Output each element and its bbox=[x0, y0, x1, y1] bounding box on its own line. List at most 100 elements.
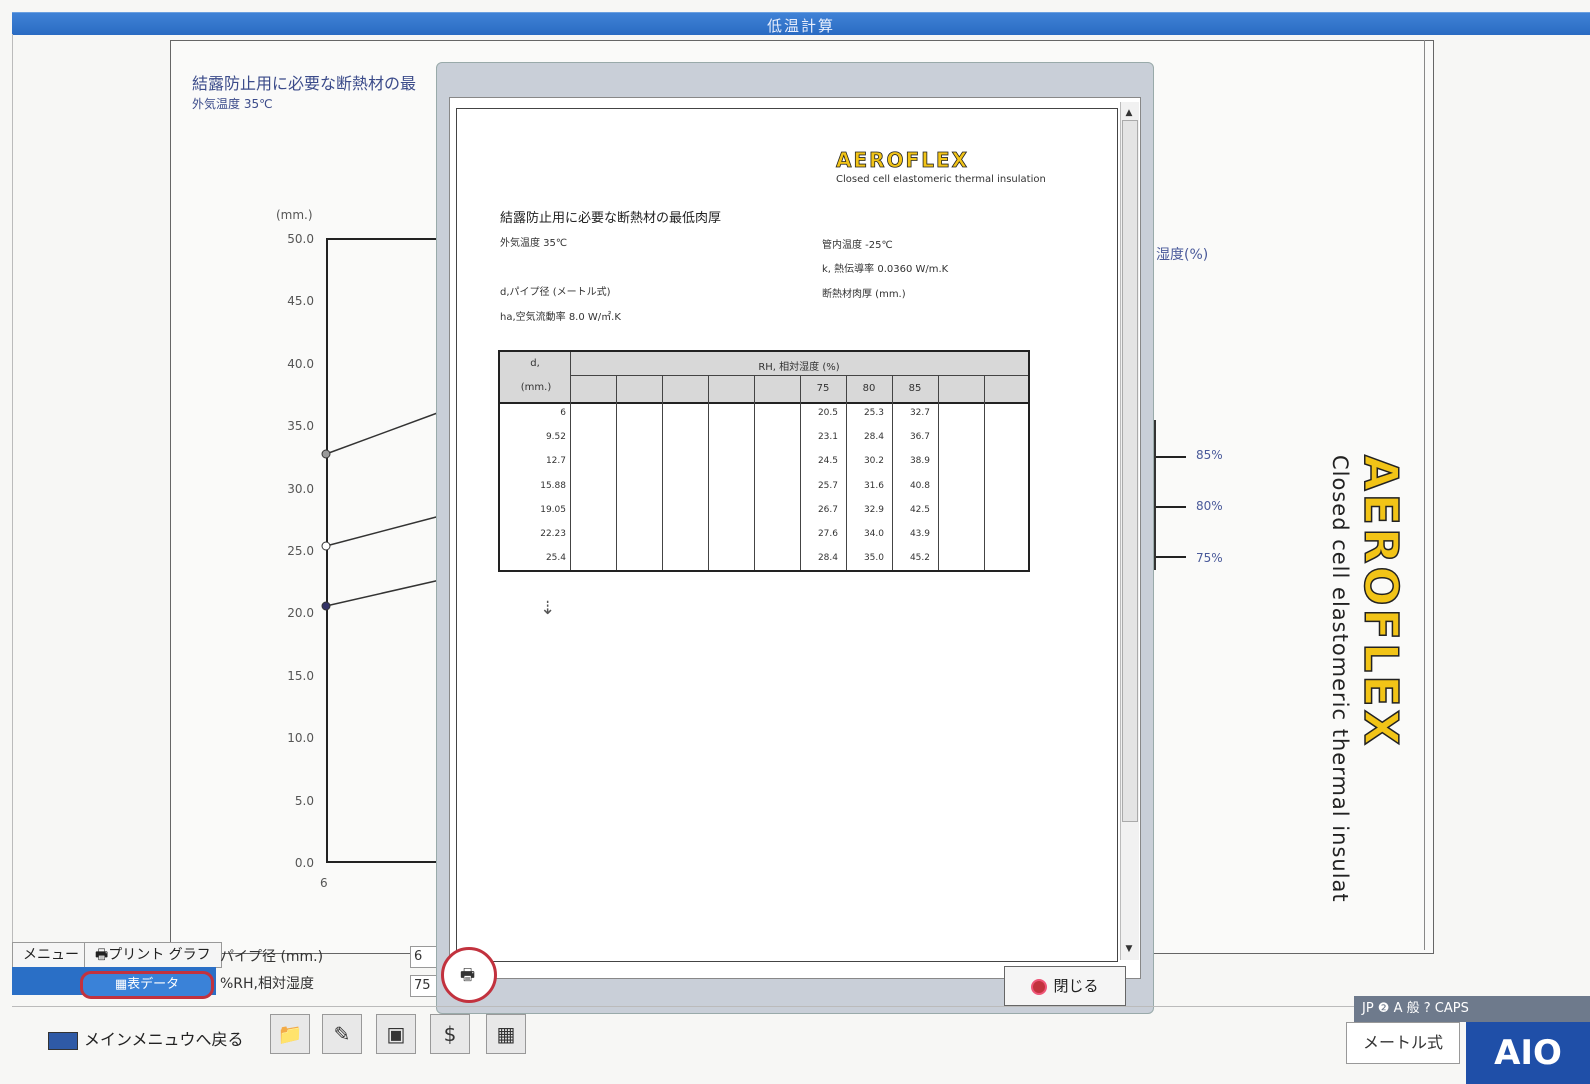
table-cell-value: 27.6 bbox=[817, 529, 838, 539]
table-cell-d: 12.7 bbox=[545, 456, 566, 467]
x-axis-start-label: 6 bbox=[320, 876, 328, 890]
aeroflex-logo: AEROFLEX bbox=[1353, 454, 1409, 749]
doc-thickness: 断熱材肉厚 (mm.) bbox=[822, 289, 906, 300]
table-cell-value: 38.9 bbox=[909, 456, 930, 467]
x-axis-line bbox=[326, 861, 438, 863]
table-cell-value: 43.9 bbox=[909, 529, 930, 539]
table-cell-value: 24.5 bbox=[817, 456, 838, 467]
chart-subtitle: 外気温度 35℃ bbox=[192, 97, 273, 111]
y-tick-label: 45.0 bbox=[287, 294, 314, 309]
curve-85 bbox=[325, 411, 441, 455]
curve-75 bbox=[325, 579, 441, 607]
table-cell-value: 28.4 bbox=[817, 553, 838, 564]
doc-k-value: k, 熱伝導率 0.0360 W/m.K bbox=[822, 264, 949, 275]
thickness-table: d, (mm.) RH, 相対湿度 (%) 75 80 85 6 20.5 25.3… bbox=[498, 350, 1030, 572]
table-cell-value: 32.7 bbox=[909, 408, 930, 418]
y-tick-label: 30.0 bbox=[287, 481, 314, 496]
pct-tick-80 bbox=[1156, 506, 1186, 508]
table-cell-value: 32.9 bbox=[863, 504, 884, 515]
chart-right-edge bbox=[1424, 40, 1425, 950]
close-button[interactable]: 閉じる bbox=[1004, 966, 1126, 1006]
frame-left-edge bbox=[12, 34, 13, 994]
table-cell-value: 40.8 bbox=[909, 480, 930, 491]
col-line bbox=[892, 375, 893, 570]
metric-mode-label[interactable]: メートル式 bbox=[1346, 1022, 1460, 1064]
header-rh-85: 85 bbox=[908, 383, 922, 394]
pipe-diameter-field[interactable]: 6 bbox=[410, 946, 439, 968]
scroll-down-icon[interactable]: ▼ bbox=[1122, 942, 1136, 956]
pct-label-80: 80% bbox=[1196, 499, 1223, 513]
table-cell-value: 30.2 bbox=[863, 456, 884, 467]
pct-tick-85 bbox=[1156, 456, 1186, 458]
y-axis-unit: (mm.) bbox=[276, 208, 313, 222]
col-line bbox=[662, 375, 663, 570]
table-cell-d: 19.05 bbox=[540, 504, 566, 515]
brand-tagline: Closed cell elastomeric thermal insulat bbox=[1328, 455, 1352, 903]
rh-field[interactable]: 75 bbox=[410, 975, 439, 997]
rh-label: %RH,相対湿度 bbox=[220, 976, 315, 992]
menu-tab[interactable]: メニュー bbox=[12, 942, 90, 968]
y-tick-label: 50.0 bbox=[287, 232, 314, 246]
header-d-unit: (mm.) bbox=[520, 382, 552, 393]
scroll-up-icon[interactable]: ▲ bbox=[1122, 106, 1136, 120]
header-rh-75: 75 bbox=[816, 383, 830, 394]
doc-logo-tagline: Closed cell elastomeric thermal insulati… bbox=[836, 174, 1046, 185]
window-title: 低温計算 bbox=[766, 17, 835, 35]
doc-pipe-dia: d,パイプ径 (メートル式) bbox=[500, 287, 611, 298]
col-line bbox=[616, 375, 617, 570]
y-tick-label: 0.0 bbox=[294, 856, 314, 870]
scrollbar-thumb[interactable] bbox=[1122, 120, 1138, 822]
back-label: メインメニュウへ戻る bbox=[84, 1030, 244, 1049]
y-tick-label: 15.0 bbox=[287, 668, 314, 683]
col-line bbox=[846, 375, 847, 570]
table-cell-value: 26.7 bbox=[817, 504, 838, 515]
doc-ha: ha,空気流動率 8.0 W/㎡.K bbox=[500, 312, 621, 323]
table-cell-value: 34.0 bbox=[863, 529, 884, 539]
humidity-label: 湿度(%) bbox=[1156, 247, 1209, 263]
curve-80 bbox=[325, 515, 441, 547]
table-cell-value: 35.0 bbox=[863, 553, 884, 564]
table-cell-d: 25.4 bbox=[545, 553, 566, 564]
header-rh: RH, 相対湿度 (%) bbox=[758, 362, 840, 373]
brand-vertical: AEROFLEX Closed cell elastomeric thermal… bbox=[1328, 454, 1409, 955]
table-cell-value: 25.3 bbox=[863, 408, 884, 418]
window-titlebar: 低温計算 bbox=[12, 12, 1590, 35]
table-cell-value: 20.5 bbox=[817, 408, 838, 418]
col-line bbox=[570, 352, 571, 570]
chart-curves bbox=[321, 411, 441, 611]
calculator-display-icon[interactable]: ▣ bbox=[376, 1014, 416, 1054]
edit-icon[interactable]: ✎ bbox=[322, 1014, 362, 1054]
curve-75-point bbox=[321, 601, 331, 611]
curve-85-point bbox=[321, 449, 331, 459]
keyboard-icon[interactable]: ▦ bbox=[486, 1014, 526, 1054]
table-cell-value: 36.7 bbox=[909, 432, 930, 443]
y-tick-label: 25.0 bbox=[287, 544, 314, 558]
curve-80-point bbox=[321, 541, 331, 551]
aio-logo: AIO bbox=[1466, 1022, 1590, 1084]
table-cell-d: 6 bbox=[560, 408, 566, 418]
table-cell-d: 15.88 bbox=[540, 480, 566, 491]
header-d: d, bbox=[530, 358, 540, 369]
table-cell-d: 22.23 bbox=[540, 529, 566, 539]
table-cell-d: 9.52 bbox=[545, 432, 566, 443]
table-cell-value: 45.2 bbox=[909, 553, 930, 564]
table-cell-value: 42.5 bbox=[909, 504, 930, 515]
doc-aeroflex-logo: AEROFLEX bbox=[836, 148, 970, 173]
money-bag-icon[interactable]: $ bbox=[430, 1014, 470, 1054]
y-tick-label: 35.0 bbox=[287, 419, 314, 434]
back-to-main-menu-button[interactable]: メインメニュウへ戻る bbox=[48, 1026, 244, 1050]
doc-inside-temp: 管内温度 -25℃ bbox=[822, 240, 893, 251]
col-line bbox=[708, 375, 709, 570]
col-line bbox=[938, 375, 939, 570]
menu-icon bbox=[48, 1031, 78, 1050]
y-tick-label: 20.0 bbox=[287, 606, 314, 621]
folder-icon[interactable]: 📁 bbox=[270, 1014, 310, 1054]
table-cell-value: 23.1 bbox=[817, 432, 838, 443]
print-button[interactable]: 🖶 bbox=[441, 947, 497, 1003]
table-data-button[interactable]: ▦表データ bbox=[80, 971, 214, 999]
print-graph-tab[interactable]: 🖶プリント グラフ bbox=[84, 942, 222, 968]
pct-label-85: 85% bbox=[1196, 448, 1223, 462]
chart-title: 結露防止用に必要な断熱材の最 bbox=[192, 74, 417, 93]
cursor-icon: ⇣ bbox=[540, 598, 556, 619]
close-icon bbox=[1031, 978, 1048, 995]
